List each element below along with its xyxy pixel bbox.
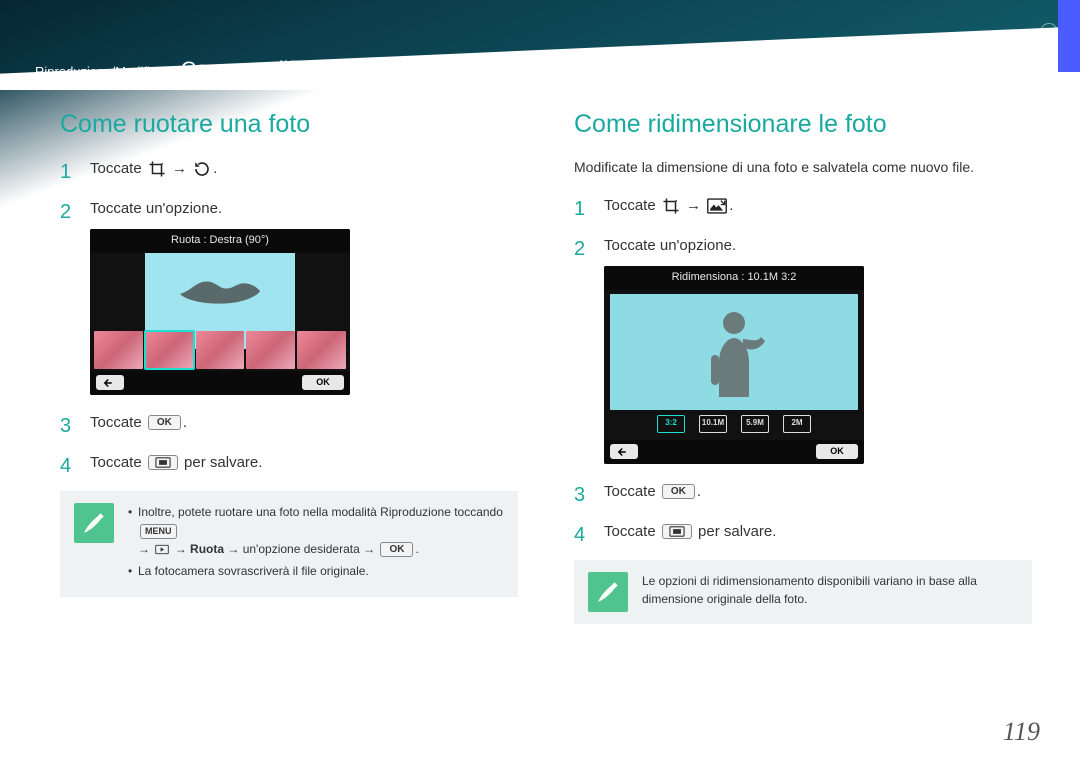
heading-rotate: Come ruotare una foto (60, 110, 518, 139)
thumbnail[interactable] (297, 331, 346, 369)
note-text: Le opzioni di ridimensionamento disponib… (642, 572, 1018, 609)
size-chip[interactable]: 10.1M (699, 415, 727, 433)
back-button[interactable] (96, 375, 124, 390)
resize-icon (707, 198, 727, 214)
ok-button[interactable]: OK (816, 444, 858, 459)
step-2: Toccate un'opzione. Ridimensiona : 10.1M… (574, 234, 1032, 464)
steps-rotate: Toccate → . Toccate un'opzione. Ruota : … (60, 157, 518, 475)
ok-button-inline[interactable]: OK (380, 542, 413, 557)
step-1: Toccate → . (60, 157, 518, 181)
resize-preview (610, 294, 858, 410)
pen-icon (588, 572, 628, 612)
pen-icon (74, 503, 114, 543)
step-text: Toccate un'opzione. (90, 200, 222, 217)
ok-button-inline[interactable]: OK (662, 484, 695, 499)
silhouette-icon (175, 269, 265, 309)
arrow: → (172, 160, 187, 177)
side-tab (1058, 0, 1080, 72)
step-4: Toccate per salvare. (60, 451, 518, 475)
ok-button[interactable]: OK (302, 375, 344, 390)
breadcrumb-title: Come modificare le foto (181, 58, 403, 82)
step-4: Toccate per salvare. (574, 520, 1032, 544)
crop-icon (662, 197, 680, 215)
ok-button-inline[interactable]: OK (148, 415, 181, 430)
intro-resize: Modificate la dimensione di una foto e s… (574, 157, 1032, 178)
page: Riproduzione/Modifica > Come modificare … (0, 0, 1080, 765)
size-chip-selected[interactable]: 3:2 (657, 415, 685, 433)
note-line-1: Inoltre, potete ruotare una foto nella m… (128, 503, 504, 559)
heading-resize: Come ridimensionare le foto (574, 110, 1032, 139)
note-text: Inoltre, potete ruotare una foto nella m… (128, 503, 504, 585)
screenshot-rotate: Ruota : Destra (90°) (90, 229, 350, 395)
step-1: Toccate → . (574, 194, 1032, 218)
breadcrumb-prefix: Riproduzione/Modifica > (35, 64, 175, 79)
note-box-resize: Le opzioni di ridimensionamento disponib… (574, 560, 1032, 624)
back-button[interactable] (610, 444, 638, 459)
size-chip[interactable]: 2M (783, 415, 811, 433)
thumbnail-row (94, 331, 346, 369)
menu-button-inline[interactable]: MENU (140, 524, 177, 539)
screenshot-footer: OK (90, 371, 350, 395)
step-text: Toccate (604, 197, 656, 214)
step-text: Toccate (90, 414, 142, 431)
step-3: Toccate OK. (574, 480, 1032, 504)
column-rotate: Come ruotare una foto Toccate → . Toccat… (60, 110, 518, 725)
rotate-icon (193, 160, 211, 178)
screenshot-body (90, 253, 350, 371)
arrow: → (686, 197, 701, 214)
step-text: Toccate (90, 160, 142, 177)
thumbnail-selected[interactable] (145, 331, 194, 369)
step-text: Toccate (604, 523, 656, 540)
step-text: Toccate (604, 483, 656, 500)
page-number: 119 (1003, 717, 1040, 747)
screenshot-footer: OK (604, 440, 864, 464)
screenshot-title: Ruota : Destra (90°) (90, 229, 350, 253)
person-silhouette-icon (699, 307, 769, 397)
screenshot-title: Ridimensiona : 10.1M 3:2 (604, 266, 864, 290)
crop-icon (148, 160, 166, 178)
size-chip[interactable]: 5.9M (741, 415, 769, 433)
playback-icon (155, 544, 169, 555)
thumbnail[interactable] (246, 331, 295, 369)
step-text: per salvare. (698, 523, 776, 540)
step-text: Toccate un'opzione. (604, 237, 736, 254)
steps-resize: Toccate → . Toccate un'opzione. Ridimens… (574, 194, 1032, 544)
save-button-inline[interactable] (148, 455, 178, 470)
column-resize: Come ridimensionare le foto Modificate l… (574, 110, 1032, 725)
screenshot-body: 3:2 10.1M 5.9M 2M (604, 290, 864, 440)
step-3: Toccate OK. (60, 411, 518, 435)
step-text: Toccate (90, 454, 142, 471)
thumbnail[interactable] (196, 331, 245, 369)
note-box-rotate: Inoltre, potete ruotare una foto nella m… (60, 491, 518, 597)
step-2: Toccate un'opzione. Ruota : Destra (90°) (60, 197, 518, 395)
content: Come ruotare una foto Toccate → . Toccat… (60, 110, 1032, 725)
save-button-inline[interactable] (662, 524, 692, 539)
step-text: per salvare. (184, 454, 262, 471)
thumbnail[interactable] (94, 331, 143, 369)
note-line-2: La fotocamera sovrascriverà il file orig… (128, 562, 504, 581)
breadcrumb: Riproduzione/Modifica > Come modificare … (35, 58, 403, 82)
screenshot-resize: Ridimensiona : 10.1M 3:2 (604, 266, 864, 464)
size-options: 3:2 10.1M 5.9M 2M (604, 412, 864, 436)
